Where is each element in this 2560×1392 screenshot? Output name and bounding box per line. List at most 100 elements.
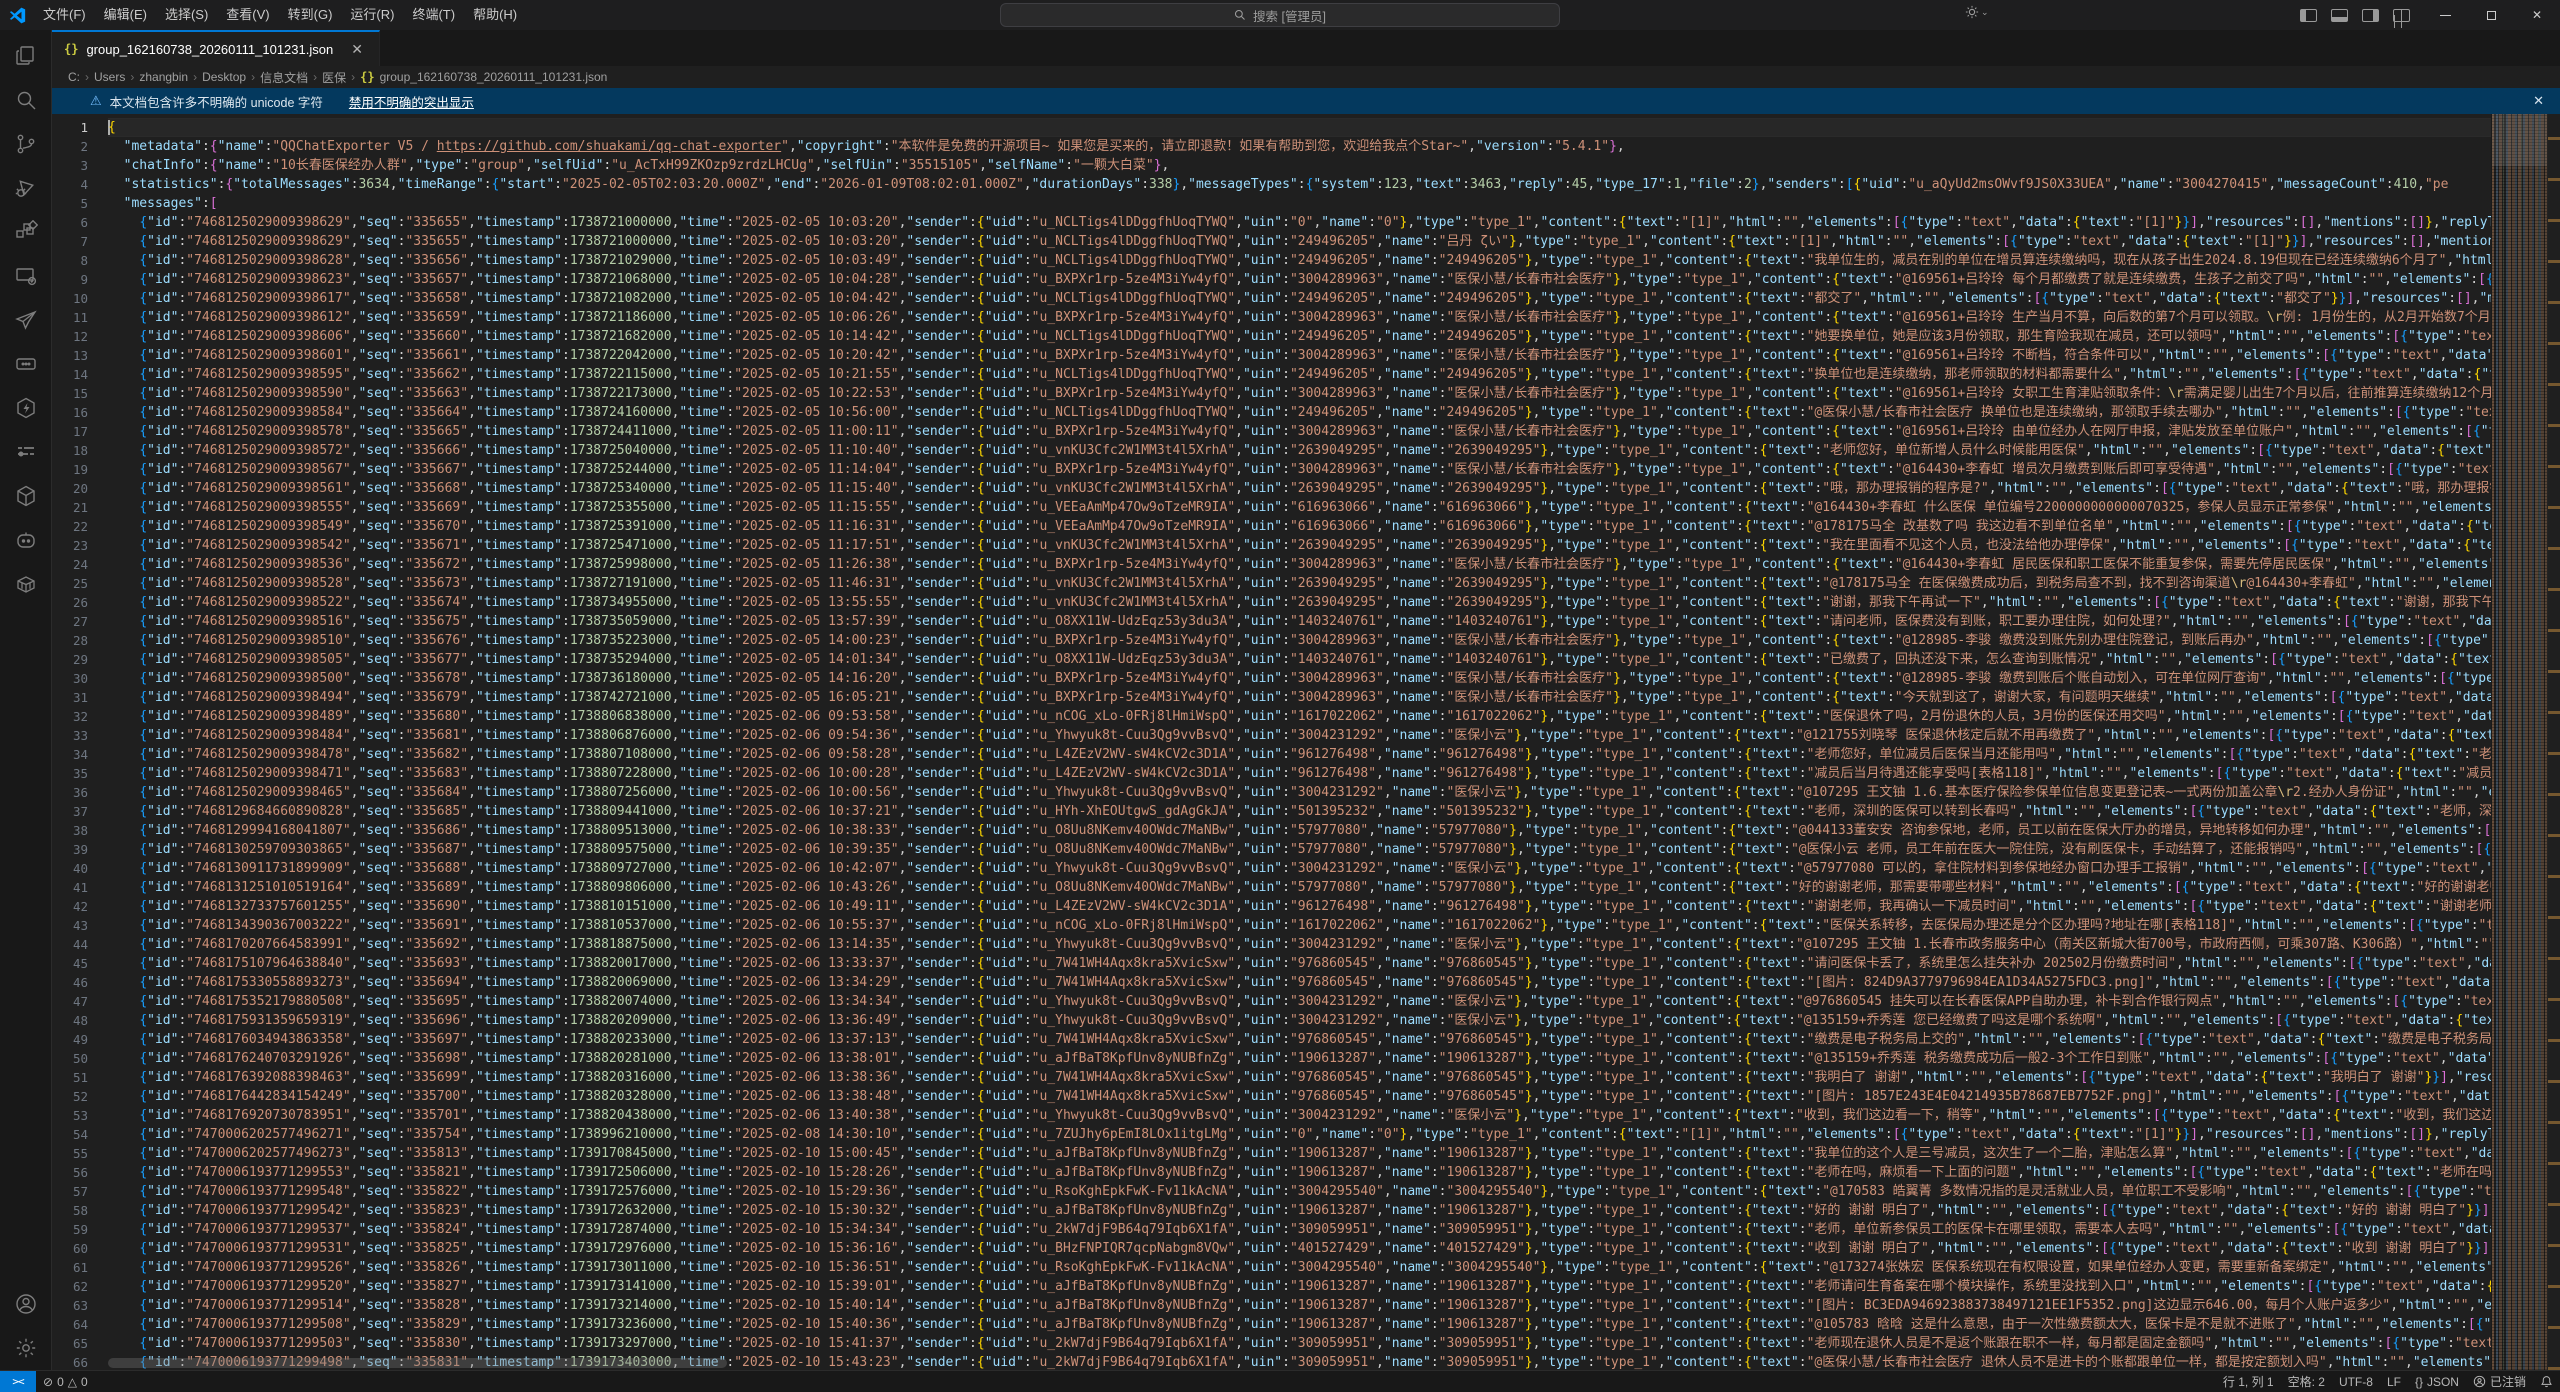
code-line[interactable]: {"id":"7468125029009398629","seq":"33565… bbox=[108, 232, 2491, 251]
code-line[interactable]: {"id":"7468125029009398623","seq":"33565… bbox=[108, 270, 2491, 289]
horizontal-scrollbar[interactable] bbox=[108, 1358, 2490, 1368]
code-line[interactable]: {"id":"7468125029009398629","seq":"33565… bbox=[108, 213, 2491, 232]
code-content[interactable]: { "metadata":{"name":"QQChatExporter V5 … bbox=[100, 114, 2491, 1370]
code-line[interactable]: {"id":"7470006193771299537","seq":"33582… bbox=[108, 1220, 2491, 1239]
code-line[interactable]: {"id":"7468176034943863358","seq":"33569… bbox=[108, 1030, 2491, 1049]
minimap[interactable] bbox=[2491, 114, 2547, 1370]
code-line[interactable]: {"id":"7468125029009398628","seq":"33565… bbox=[108, 251, 2491, 270]
code-line[interactable]: {"id":"7468125029009398471","seq":"33568… bbox=[108, 764, 2491, 783]
code-line[interactable]: {"id":"7470006193771299531","seq":"33582… bbox=[108, 1239, 2491, 1258]
code-line[interactable]: {"id":"7468129994168041807","seq":"33568… bbox=[108, 821, 2491, 840]
pipeline-icon[interactable] bbox=[0, 430, 52, 474]
code-line[interactable]: {"id":"7468125029009398478","seq":"33568… bbox=[108, 745, 2491, 764]
code-line[interactable]: {"id":"7468125029009398567","seq":"33566… bbox=[108, 460, 2491, 479]
code-line[interactable]: "messages":[ bbox=[108, 194, 2491, 213]
menu-item-7[interactable]: 帮助(H) bbox=[464, 4, 526, 26]
tab-group-json-file[interactable]: {} group_162160738_20260111_101231.json … bbox=[52, 30, 380, 66]
maximize-button[interactable] bbox=[2468, 0, 2514, 30]
code-line[interactable]: {"id":"7468176392088398463","seq":"33569… bbox=[108, 1068, 2491, 1087]
code-editor[interactable]: 1234567891011121314151617181920212223242… bbox=[52, 114, 2560, 1370]
eol-status[interactable]: LF bbox=[2380, 1371, 2408, 1392]
code-line[interactable]: {"id":"7470006193771299526","seq":"33582… bbox=[108, 1258, 2491, 1277]
code-line[interactable]: "chatInfo":{"name":"10长春医保经办人群","type":"… bbox=[108, 156, 2491, 175]
code-line[interactable]: {"id":"7468125029009398484","seq":"33568… bbox=[108, 726, 2491, 745]
live-share-icon[interactable] bbox=[0, 342, 52, 386]
code-line[interactable]: {"id":"7470006202577496273","seq":"33581… bbox=[108, 1144, 2491, 1163]
package-hex-icon[interactable] bbox=[0, 386, 52, 430]
menu-item-4[interactable]: 转到(G) bbox=[279, 4, 342, 26]
code-line[interactable]: {"id":"7468176920730783951","seq":"33570… bbox=[108, 1106, 2491, 1125]
remote-explorer-icon[interactable] bbox=[0, 254, 52, 298]
menu-item-1[interactable]: 编辑(E) bbox=[95, 4, 156, 26]
toggle-panel-icon[interactable] bbox=[2331, 9, 2348, 22]
code-line[interactable]: {"id":"7468129684660890828","seq":"33568… bbox=[108, 802, 2491, 821]
code-line[interactable]: {"id":"7468125029009398617","seq":"33565… bbox=[108, 289, 2491, 308]
run-and-debug-icon[interactable] bbox=[0, 166, 52, 210]
code-line[interactable]: {"id":"7470006193771299508","seq":"33582… bbox=[108, 1315, 2491, 1334]
assistant-icon[interactable]: ⌄ bbox=[1965, 5, 1989, 19]
menu-item-2[interactable]: 选择(S) bbox=[156, 4, 217, 26]
code-line[interactable]: {"id":"7468125029009398590","seq":"33566… bbox=[108, 384, 2491, 403]
code-line[interactable]: {"id":"7470006193771299548","seq":"33582… bbox=[108, 1182, 2491, 1201]
code-line[interactable]: {"id":"7468125029009398516","seq":"33567… bbox=[108, 612, 2491, 631]
code-line[interactable]: {"id":"7468125029009398489","seq":"33568… bbox=[108, 707, 2491, 726]
code-line[interactable]: {"id":"7468125029009398522","seq":"33567… bbox=[108, 593, 2491, 612]
code-line[interactable]: {"id":"7468125029009398572","seq":"33566… bbox=[108, 441, 2491, 460]
container-icon[interactable] bbox=[0, 562, 52, 606]
code-line[interactable]: {"id":"7468176240703291926","seq":"33569… bbox=[108, 1049, 2491, 1068]
code-line[interactable]: {"id":"7468125029009398542","seq":"33567… bbox=[108, 536, 2491, 555]
breadcrumb-segment-2[interactable]: zhangbin bbox=[139, 70, 188, 84]
breadcrumb-segment-3[interactable]: Desktop bbox=[202, 70, 246, 84]
code-line[interactable]: {"id":"7468125029009398612","seq":"33565… bbox=[108, 308, 2491, 327]
toggle-secondary-sidebar-icon[interactable] bbox=[2362, 9, 2379, 22]
code-line[interactable]: {"id":"7468125029009398549","seq":"33567… bbox=[108, 517, 2491, 536]
code-line[interactable]: {"id":"7470006193771299542","seq":"33582… bbox=[108, 1201, 2491, 1220]
code-line[interactable]: {"id":"7468125029009398536","seq":"33567… bbox=[108, 555, 2491, 574]
code-line[interactable]: {"id":"7468125029009398528","seq":"33567… bbox=[108, 574, 2491, 593]
code-line[interactable]: {"id":"7468175931359659319","seq":"33569… bbox=[108, 1011, 2491, 1030]
tab-close-icon[interactable]: ✕ bbox=[347, 40, 367, 59]
code-line[interactable]: {"id":"7468125029009398578","seq":"33566… bbox=[108, 422, 2491, 441]
breadcrumb-segment-0[interactable]: C: bbox=[68, 70, 80, 84]
chat-bot-icon[interactable] bbox=[0, 518, 52, 562]
cursor-position-status[interactable]: 行 1, 列 1 bbox=[2216, 1371, 2281, 1392]
breadcrumb-segment-5[interactable]: 医保 bbox=[322, 69, 346, 86]
code-line[interactable]: {"id":"7468125029009398606","seq":"33566… bbox=[108, 327, 2491, 346]
disable-highlight-link[interactable]: 禁用不明确的突出显示 bbox=[349, 92, 474, 111]
banner-close-icon[interactable]: ✕ bbox=[2527, 93, 2550, 109]
search-sidebar-icon[interactable] bbox=[0, 78, 52, 122]
account-icon[interactable] bbox=[0, 1282, 52, 1326]
breadcrumb-file[interactable]: {}group_162160738_20260111_101231.json bbox=[360, 70, 607, 84]
minimize-button[interactable] bbox=[2422, 0, 2468, 30]
explorer-icon[interactable] bbox=[0, 34, 52, 78]
code-line[interactable]: {"id":"7468125029009398584","seq":"33566… bbox=[108, 403, 2491, 422]
menu-item-3[interactable]: 查看(V) bbox=[217, 4, 278, 26]
breadcrumb-segment-1[interactable]: Users bbox=[94, 70, 125, 84]
code-line[interactable]: {"id":"7468132733757601255","seq":"33569… bbox=[108, 897, 2491, 916]
code-line[interactable]: {"id":"7470006193771299520","seq":"33582… bbox=[108, 1277, 2491, 1296]
code-line[interactable]: {"id":"7468125029009398555","seq":"33566… bbox=[108, 498, 2491, 517]
search-input[interactable]: 搜索 [管理员] bbox=[1000, 3, 1560, 27]
code-line[interactable]: {"id":"7468176442834154249","seq":"33570… bbox=[108, 1087, 2491, 1106]
code-line[interactable]: {"id":"7470006193771299503","seq":"33583… bbox=[108, 1334, 2491, 1353]
code-line[interactable]: {"id":"7470006193771299553","seq":"33582… bbox=[108, 1163, 2491, 1182]
code-line[interactable]: {"id":"7468175352179880508","seq":"33569… bbox=[108, 992, 2491, 1011]
code-line[interactable]: {"id":"7468125029009398561","seq":"33566… bbox=[108, 479, 2491, 498]
customize-layout-icon[interactable] bbox=[2393, 9, 2410, 22]
code-line[interactable]: { bbox=[108, 118, 2491, 137]
breadcrumb-segment-4[interactable]: 信息文档 bbox=[260, 69, 308, 86]
code-line[interactable]: {"id":"7470006193771299514","seq":"33582… bbox=[108, 1296, 2491, 1315]
code-line[interactable]: "metadata":{"name":"QQChatExporter V5 / … bbox=[108, 137, 2491, 156]
settings-gear-icon[interactable] bbox=[0, 1326, 52, 1370]
notifications-bell-icon[interactable] bbox=[2533, 1371, 2560, 1392]
code-line[interactable]: {"id":"7470006202577496271","seq":"33575… bbox=[108, 1125, 2491, 1144]
code-line[interactable]: {"id":"7468175330558893273","seq":"33569… bbox=[108, 973, 2491, 992]
encoding-status[interactable]: UTF-8 bbox=[2332, 1371, 2380, 1392]
code-line[interactable]: {"id":"7468125029009398595","seq":"33566… bbox=[108, 365, 2491, 384]
code-line[interactable]: "statistics":{"totalMessages":3634,"time… bbox=[108, 175, 2491, 194]
toggle-sidebar-icon[interactable] bbox=[2300, 9, 2317, 22]
extensions-icon[interactable] bbox=[0, 210, 52, 254]
horizontal-scrollbar-thumb[interactable] bbox=[108, 1358, 727, 1368]
code-line[interactable]: {"id":"7468125029009398494","seq":"33567… bbox=[108, 688, 2491, 707]
language-status[interactable]: {} JSON bbox=[2408, 1371, 2466, 1392]
